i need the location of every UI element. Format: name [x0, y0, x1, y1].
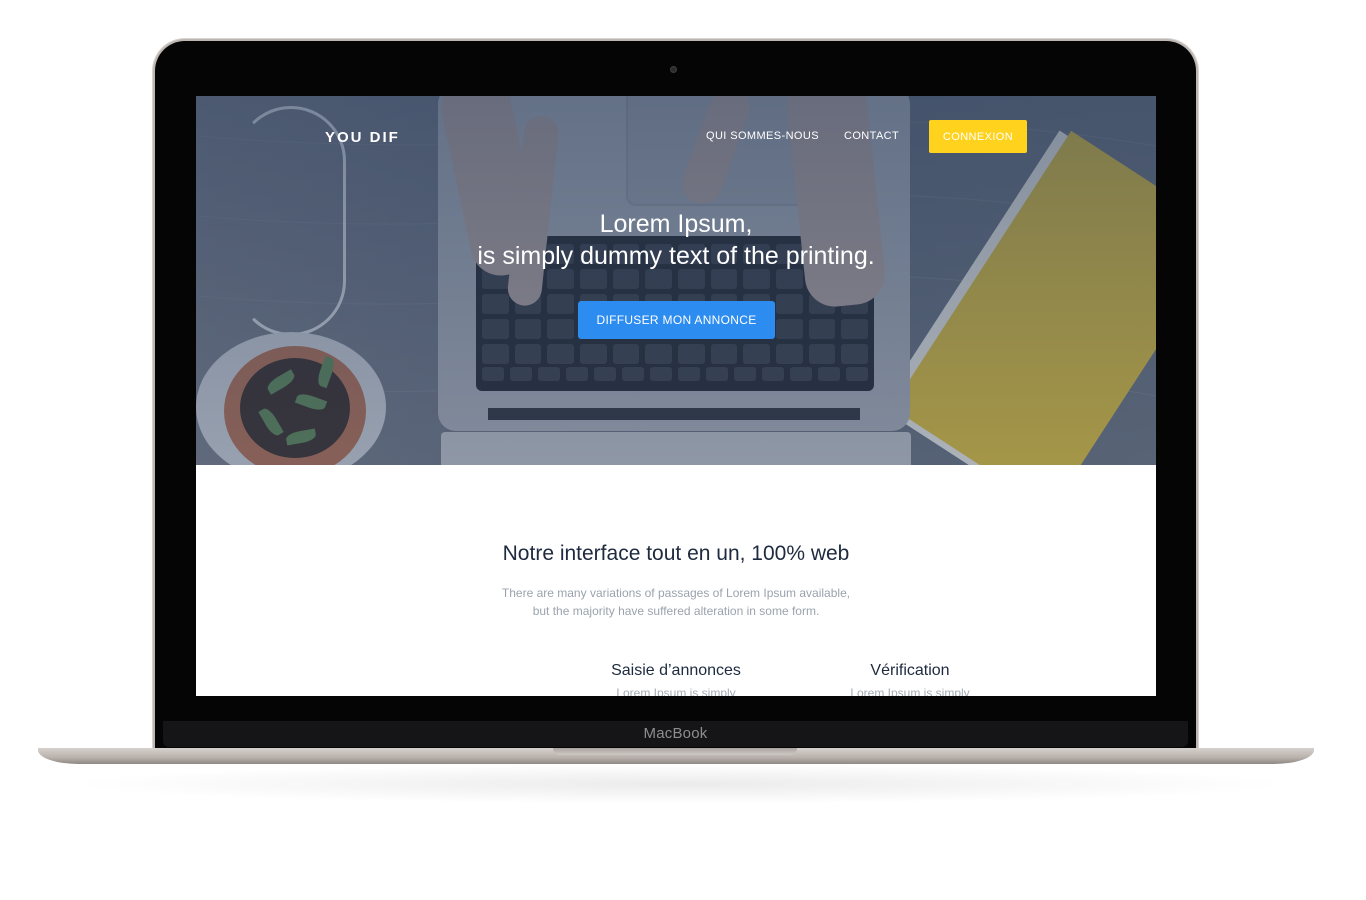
section-title: Notre interface tout en un, 100% web [502, 542, 850, 565]
feature-title: Saisie d’annonces [611, 662, 741, 679]
feature-text: Lorem Ipsum is simply [616, 686, 736, 696]
laptop-notch [553, 748, 797, 755]
section-description-line-2: but the majority have suffered alteratio… [532, 604, 820, 618]
feature-title: Vérification [870, 662, 950, 679]
section-description-line-1: There are many variations of passages of… [501, 586, 851, 600]
hero-title-line-1: Lorem Ipsum, [599, 210, 753, 238]
logo[interactable]: YOU DIF [325, 129, 400, 146]
login-button[interactable]: CONNEXION [929, 120, 1027, 153]
feature-text: Lorem Ipsum is simply [850, 686, 970, 696]
nav-link-about[interactable]: QUI SOMMES-NOUS [706, 130, 819, 142]
camera-icon [670, 66, 677, 73]
screen: YOU DIF QUI SOMMES-NOUS CONTACT CONNEXIO… [196, 96, 1156, 696]
section-description: There are many variations of passages of… [496, 584, 856, 620]
feature-card: Vérification Lorem Ipsum is simply [810, 662, 1010, 696]
nav-link-contact[interactable]: CONTACT [844, 130, 899, 142]
hero-title-line-2: is simply dummy text of the printing. [477, 242, 875, 270]
device-brand-label: MacBook [643, 725, 708, 742]
laptop-shadow [60, 764, 1300, 804]
hero-section: YOU DIF QUI SOMMES-NOUS CONTACT CONNEXIO… [196, 96, 1156, 465]
post-ad-button[interactable]: DIFFUSER MON ANNONCE [578, 301, 775, 339]
feature-card: Saisie d’annonces Lorem Ipsum is simply [576, 662, 776, 696]
hero-title: Lorem Ipsum, is simply dummy text of the… [196, 208, 1156, 272]
